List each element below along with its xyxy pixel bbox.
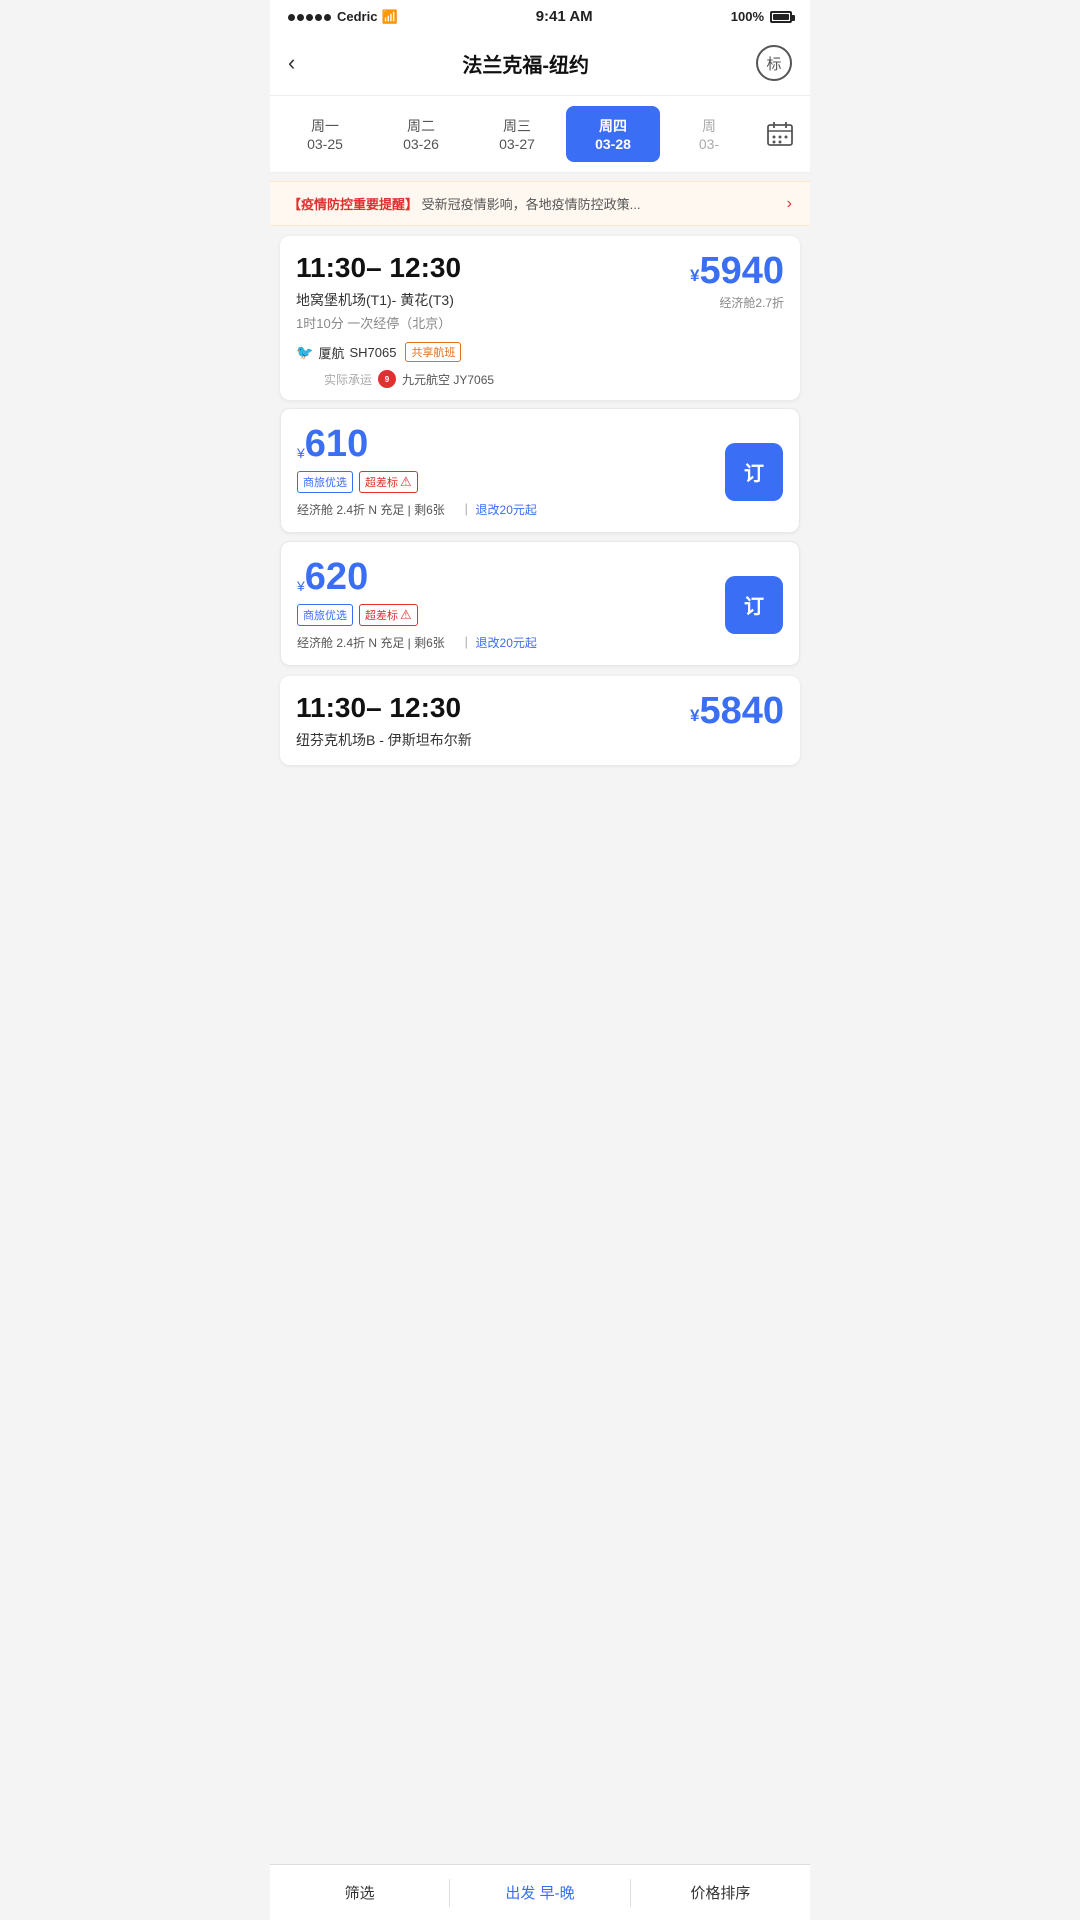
flight-time-1: 11:30– 12:30	[296, 252, 690, 284]
sub-price-num-row-2: ¥ 620	[297, 558, 725, 596]
carrier-label-1: 实际承运	[324, 371, 372, 388]
sub-price-num-row-1: ¥ 610	[297, 425, 725, 463]
price-num-2: 5840	[699, 692, 784, 730]
date-tab-thu[interactable]: 周四 03-28	[566, 106, 660, 162]
flight-price-box-1: ¥ 5940 经济舱2.7折	[690, 252, 784, 311]
notice-highlight: 【疫情防控重要提醒】	[288, 197, 418, 212]
sub-price-left-2: ¥ 620 商旅优选 超差标 ⚠ 经济舱 2.4折 N 充足 | 剩6张 ｜ 退…	[297, 558, 725, 651]
sub-detail-2: 经济舱 2.4折 N 充足 | 剩6张 ｜ 退改20元起	[297, 634, 725, 651]
flight-card-2: 11:30– 12:30 纽芬克机场B - 伊斯坦布尔新 ¥ 5840	[280, 676, 800, 765]
flight-airlines-1: 🐦 厦航 SH7065 共享航班 实际承运 9 九元航空 JY7065	[296, 342, 690, 388]
sub-price-card-2: ¥ 620 商旅优选 超差标 ⚠ 经济舱 2.4折 N 充足 | 剩6张 ｜ 退…	[280, 541, 800, 666]
wifi-icon: 📶	[381, 9, 397, 25]
flight-route-2: 纽芬克机场B - 伊斯坦布尔新	[296, 730, 690, 750]
date-selector: 周一 03-25 周二 03-26 周三 03-27 周四 03-28 周 03…	[270, 96, 810, 173]
refund-link-1[interactable]: 退改20元起	[476, 503, 537, 517]
date-tab-wed[interactable]: 周三 03-27	[470, 106, 564, 162]
tag-business-travel-1: 商旅优选	[297, 471, 353, 493]
carrier-name-1: 九元航空 JY7065	[402, 371, 494, 388]
bottom-nav: 筛选 出发 早-晚 价格排序	[270, 1864, 810, 1920]
book-button-1[interactable]: 订	[725, 443, 783, 501]
carrier-logo-1: 9	[378, 370, 396, 388]
shared-badge-1: 共享航班	[405, 342, 461, 362]
price-main-1: ¥ 5940	[690, 252, 784, 290]
date-tab-fri[interactable]: 周 03-	[662, 106, 756, 162]
sub-price-num-1: 610	[305, 425, 368, 463]
date-tab-mon[interactable]: 周一 03-25	[278, 106, 372, 162]
tag-over-standard-1: 超差标 ⚠	[359, 471, 418, 493]
flight-info-1: 11:30– 12:30 地窝堡机场(T1)- 黄花(T3) 1时10分 一次经…	[296, 252, 690, 388]
carrier-label: Cedric	[337, 9, 377, 24]
nav-filter[interactable]: 筛选	[270, 1874, 449, 1911]
status-bar: Cedric 📶 9:41 AM 100%	[270, 0, 810, 31]
notice-banner[interactable]: 【疫情防控重要提醒】 受新冠疫情影响，各地疫情防控政策... ›	[270, 181, 810, 226]
flight-card-1: 11:30– 12:30 地窝堡机场(T1)- 黄花(T3) 1时10分 一次经…	[280, 236, 800, 400]
header: ‹ 法兰克福-纽约 标	[270, 31, 810, 96]
calendar-button[interactable]	[758, 112, 802, 156]
battery-percent: 100%	[731, 9, 764, 24]
sub-price-num-2: 620	[305, 558, 368, 596]
sub-tags-1: 商旅优选 超差标 ⚠	[297, 471, 725, 493]
actual-carrier-1: 实际承运 9 九元航空 JY7065	[296, 370, 494, 388]
nav-sort-departure[interactable]: 出发 早-晚	[450, 1874, 629, 1911]
status-time: 9:41 AM	[536, 8, 593, 25]
tag-business-travel-2: 商旅优选	[297, 604, 353, 626]
notice-body: 受新冠疫情影响，各地疫情防控政策...	[422, 197, 641, 212]
battery-icon	[770, 11, 792, 23]
status-left: Cedric 📶	[288, 9, 398, 25]
sub-detail-1: 经济舱 2.4折 N 充足 | 剩6张 ｜ 退改20元起	[297, 501, 725, 518]
flight-time-2: 11:30– 12:30	[296, 692, 690, 724]
notice-arrow: ›	[787, 195, 792, 213]
airline-code-1: SH7065	[349, 345, 396, 360]
signal-icon	[288, 9, 333, 24]
flight-duration-1: 1时10分 一次经停（北京）	[296, 313, 690, 332]
airline-logo-1: 🐦	[296, 344, 313, 361]
flight-main-1: 11:30– 12:30 地窝堡机场(T1)- 黄花(T3) 1时10分 一次经…	[280, 236, 800, 400]
tag-button[interactable]: 标	[756, 45, 792, 81]
notice-text: 【疫情防控重要提醒】 受新冠疫情影响，各地疫情防控政策...	[288, 194, 787, 213]
refund-link-2[interactable]: 退改20元起	[476, 636, 537, 650]
book-button-2[interactable]: 订	[725, 576, 783, 634]
flight-main-2: 11:30– 12:30 纽芬克机场B - 伊斯坦布尔新 ¥ 5840	[280, 676, 800, 765]
tag-over-standard-2: 超差标 ⚠	[359, 604, 418, 626]
back-button[interactable]: ‹	[288, 50, 295, 76]
price-label-1: 经济舱2.7折	[690, 294, 784, 311]
airline-row-1: 🐦 厦航 SH7065 共享航班	[296, 342, 494, 362]
flight-route-1: 地窝堡机场(T1)- 黄花(T3)	[296, 290, 690, 310]
flight-price-box-2: ¥ 5840	[690, 692, 784, 730]
date-tab-tue[interactable]: 周二 03-26	[374, 106, 468, 162]
sub-price-left-1: ¥ 610 商旅优选 超差标 ⚠ 经济舱 2.4折 N 充足 | 剩6张 ｜ 退…	[297, 425, 725, 518]
nav-sort-price[interactable]: 价格排序	[631, 1874, 810, 1911]
sub-tags-2: 商旅优选 超差标 ⚠	[297, 604, 725, 626]
flight-info-2: 11:30– 12:30 纽芬克机场B - 伊斯坦布尔新	[296, 692, 690, 753]
page-title: 法兰克福-纽约	[462, 49, 589, 78]
status-right: 100%	[731, 9, 792, 24]
airline-name-1: 厦航	[318, 343, 344, 362]
price-num-1: 5940	[699, 252, 784, 290]
price-main-2: ¥ 5840	[690, 692, 784, 730]
sub-price-card-1: ¥ 610 商旅优选 超差标 ⚠ 经济舱 2.4折 N 充足 | 剩6张 ｜ 退…	[280, 408, 800, 533]
